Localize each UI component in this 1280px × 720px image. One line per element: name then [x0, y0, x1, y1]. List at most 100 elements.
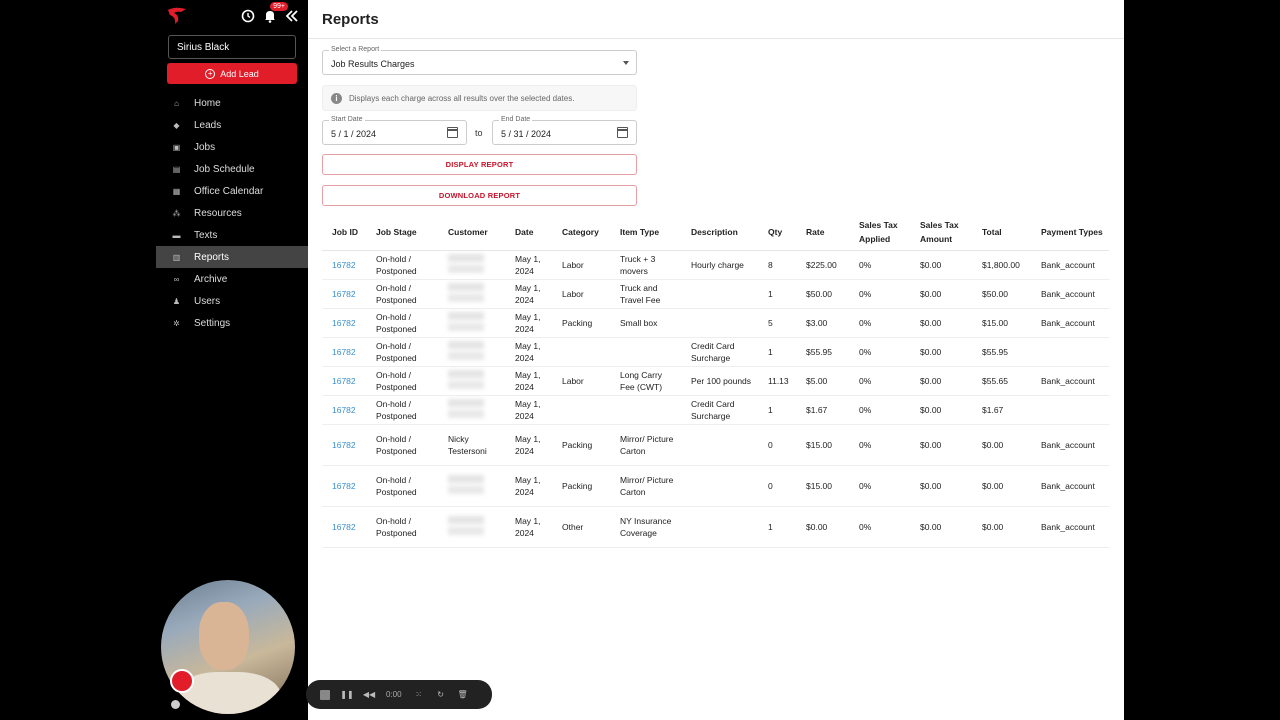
cell-tax-amount: $0.00 [910, 506, 972, 548]
add-lead-button[interactable]: + Add Lead [167, 63, 297, 84]
job-id-link[interactable]: 16782 [332, 318, 356, 328]
end-date-label: End Date [499, 116, 533, 123]
cell-date: May 1, 2024 [505, 395, 552, 425]
job-id-link[interactable]: 16782 [332, 440, 356, 450]
redacted-customer [448, 474, 484, 495]
cell-date: May 1, 2024 [505, 366, 552, 396]
cell-qty: 0 [758, 465, 796, 507]
job-id-link[interactable]: 16782 [332, 289, 356, 299]
start-date-label: Start Date [329, 116, 365, 123]
collapse-sidebar-icon[interactable] [284, 8, 300, 24]
cell-tax-amount: $0.00 [910, 308, 972, 338]
display-report-button[interactable]: DISPLAY REPORT [322, 154, 637, 175]
job-id-link[interactable]: 16782 [332, 522, 356, 532]
sidebar-item-reports[interactable]: ▥ Reports [156, 246, 308, 268]
report-info-box: i Displays each charge across all result… [322, 85, 637, 111]
end-date-field[interactable]: End Date 5 / 31 / 2024 [492, 116, 637, 145]
sidebar-item-label: Settings [194, 317, 231, 329]
grid-icon[interactable]: ⁙ [414, 690, 424, 700]
sidebar-item-office-calendar[interactable]: ▦ Office Calendar [156, 180, 308, 202]
cell-date: May 1, 2024 [505, 465, 552, 507]
job-id-link[interactable]: 16782 [332, 405, 356, 415]
report-select[interactable]: Select a Report Job Results Charges [322, 46, 637, 75]
column-header: Job ID [322, 214, 366, 251]
chat-widget-button[interactable] [170, 669, 194, 693]
cell-rate: $50.00 [796, 279, 849, 309]
sidebar-item-archive[interactable]: ∞ Archive [156, 268, 308, 290]
user-selector[interactable]: Sirius Black [168, 35, 296, 59]
cell-customer [438, 250, 505, 280]
cell-customer [438, 465, 505, 507]
cell-payment: Bank_account [1031, 308, 1109, 338]
start-date-field[interactable]: Start Date 5 / 1 / 2024 [322, 116, 467, 145]
sidebar-item-jobs[interactable]: ▣ Jobs [156, 136, 308, 158]
sidebar-item-resources[interactable]: ⁂ Resources [156, 202, 308, 224]
cell-category: Other [552, 506, 610, 548]
cell-description [681, 424, 758, 466]
cell-item-type: Long Carry Fee (CWT) [610, 366, 681, 396]
calendar-icon[interactable] [447, 127, 458, 138]
cell-date: May 1, 2024 [505, 506, 552, 548]
cell-qty: 8 [758, 250, 796, 280]
table-row: 16782 On-hold / Postponed May 1, 2024 Packi… [322, 308, 1109, 338]
cell-date: May 1, 2024 [505, 424, 552, 466]
cell-payment: Bank_account [1031, 250, 1109, 280]
table-row: 16782 On-hold / Postponed May 1, 2024 Credi… [322, 337, 1109, 367]
cell-payment [1031, 337, 1109, 367]
report-select-value: Job Results Charges [331, 59, 415, 69]
sidebar-item-home[interactable]: ⌂ Home [156, 92, 308, 114]
cell-tax-amount: $0.00 [910, 250, 972, 280]
restart-icon[interactable]: ↻ [436, 690, 446, 700]
calendar-icon[interactable] [617, 127, 628, 138]
cell-category: Packing [552, 424, 610, 466]
sidebar-item-leads[interactable]: ◆ Leads [156, 114, 308, 136]
page-title: Reports [322, 11, 379, 28]
cell-tax-amount: $0.00 [910, 366, 972, 396]
cell-customer [438, 279, 505, 309]
cell-category: Labor [552, 250, 610, 280]
sidebar-item-job-schedule[interactable]: ▤ Job Schedule [156, 158, 308, 180]
cell-tax-amount: $0.00 [910, 337, 972, 367]
cell-tax-applied: 0% [849, 279, 910, 309]
sidebar-item-settings[interactable]: ✲ Settings [156, 312, 308, 334]
cell-tax-applied: 0% [849, 465, 910, 507]
table-row: 16782 On-hold / Postponed May 1, 2024 Labor… [322, 366, 1109, 396]
job-id-link[interactable]: 16782 [332, 347, 356, 357]
calendar-icon: ▦ [172, 186, 181, 196]
cell-tax-amount: $0.00 [910, 279, 972, 309]
users-icon: ♟ [172, 296, 181, 306]
date-range: Start Date 5 / 1 / 2024 to End Date 5 / … [322, 116, 637, 145]
job-id-link[interactable]: 16782 [332, 376, 356, 386]
sidebar-item-users[interactable]: ♟ Users [156, 290, 308, 312]
job-id-link[interactable]: 16782 [332, 260, 356, 270]
job-id-link[interactable]: 16782 [332, 481, 356, 491]
column-header: Sales Tax Applied [849, 214, 910, 251]
app-window: 99+ Sirius Black + Add Lead ⌂ Home ◆ Leads… [156, 0, 1124, 720]
cell-job-id: 16782 [322, 308, 366, 338]
date-range-separator: to [475, 128, 483, 138]
column-header: Customer [438, 214, 505, 251]
cell-customer: Nicky Testersoni [438, 424, 505, 466]
cell-tax-applied: 0% [849, 395, 910, 425]
sidebar-item-texts[interactable]: ▬ Texts [156, 224, 308, 246]
cell-rate: $3.00 [796, 308, 849, 338]
stop-icon[interactable] [320, 689, 330, 700]
history-icon[interactable] [240, 8, 256, 24]
cell-job-id: 16782 [322, 395, 366, 425]
pause-icon[interactable]: ❚❚ [340, 690, 353, 700]
cell-total: $0.00 [972, 424, 1031, 466]
report-select-label: Select a Report [329, 46, 382, 53]
cell-category: Labor [552, 279, 610, 309]
cell-item-type: Mirror/ Picture Carton [610, 424, 681, 466]
download-report-button[interactable]: DOWNLOAD REPORT [322, 185, 637, 206]
cell-description: Hourly charge [681, 250, 758, 280]
column-header: Total [972, 214, 1031, 251]
cell-job-id: 16782 [322, 424, 366, 466]
trash-icon[interactable]: 🗑 [458, 690, 468, 700]
cell-qty: 1 [758, 337, 796, 367]
account-icon[interactable] [171, 700, 180, 709]
notifications-bell-icon[interactable]: 99+ [262, 2, 288, 24]
rewind-icon[interactable]: ◀◀ [363, 690, 375, 700]
cell-rate: $5.00 [796, 366, 849, 396]
cell-qty: 1 [758, 506, 796, 548]
